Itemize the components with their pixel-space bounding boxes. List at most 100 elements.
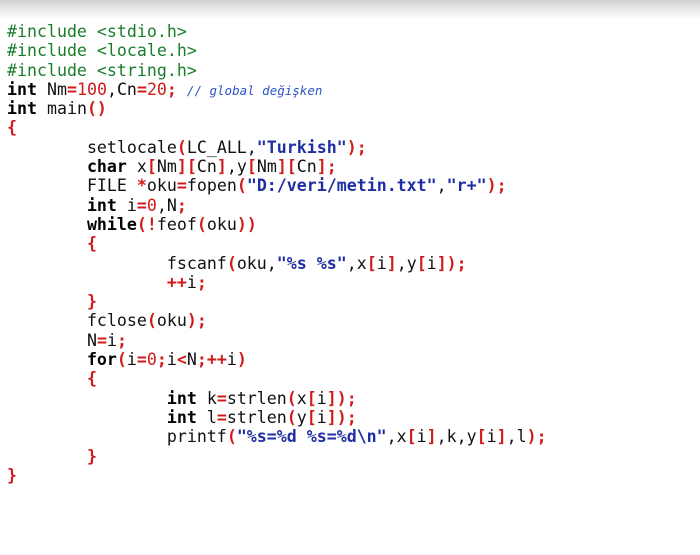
punctuation-token: } bbox=[86, 446, 97, 466]
code-line: int k=strlen(x[i]); bbox=[7, 389, 697, 408]
keyword-token: int bbox=[86, 195, 117, 215]
punctuation-token: ( bbox=[146, 311, 157, 331]
punctuation-token: ( bbox=[286, 407, 297, 427]
identifier-token: oku bbox=[156, 311, 187, 331]
string-token: "r+" bbox=[446, 176, 487, 196]
punctuation-token: ); bbox=[186, 311, 207, 331]
identifier-token: i bbox=[126, 350, 137, 370]
punctuation-token: [ bbox=[416, 253, 427, 273]
identifier-token: LC_ALL, bbox=[186, 137, 257, 157]
number-token: 100 bbox=[76, 79, 107, 99]
identifier-token: x bbox=[296, 388, 307, 408]
punctuation-token: ( bbox=[286, 388, 297, 408]
code-editor[interactable]: #include <stdio.h> #include <locale.h> #in… bbox=[7, 22, 697, 485]
identifier-token: x bbox=[126, 157, 147, 177]
preprocessor-token: #include <locale.h> bbox=[7, 41, 197, 61]
string-token: "%s=%d %s=%d\n" bbox=[236, 427, 387, 447]
punctuation-token: ] bbox=[426, 427, 437, 447]
punctuation-token: [ bbox=[406, 427, 417, 447]
identifier-token: oku bbox=[146, 176, 177, 196]
punctuation-token: ( bbox=[196, 214, 207, 234]
punctuation-token: ( bbox=[226, 427, 237, 447]
code-line: { bbox=[7, 118, 697, 137]
punctuation-token: = bbox=[96, 330, 107, 350]
identifier-token: printf bbox=[166, 427, 227, 447]
identifier-token: i bbox=[426, 253, 437, 273]
number-token: 0 bbox=[146, 350, 157, 370]
identifier-token: i bbox=[226, 350, 237, 370]
string-token: "D:/veri/metin.txt" bbox=[246, 176, 437, 196]
identifier-token: FILE bbox=[86, 176, 137, 196]
identifier-token: strlen bbox=[226, 407, 287, 427]
punctuation-token: = bbox=[66, 79, 77, 99]
punctuation-token: } bbox=[86, 292, 97, 312]
code-line: int main() bbox=[7, 99, 697, 118]
punctuation-token: { bbox=[86, 234, 97, 254]
code-line: #include <string.h> bbox=[7, 61, 697, 80]
punctuation-token: ][ bbox=[176, 157, 197, 177]
identifier-token: , bbox=[436, 176, 447, 196]
identifier-token: l bbox=[196, 407, 217, 427]
identifier-token: ,x bbox=[386, 427, 407, 447]
identifier-token: ,k,y bbox=[436, 427, 477, 447]
punctuation-token: } bbox=[7, 465, 17, 485]
identifier-token: ,N bbox=[156, 195, 177, 215]
punctuation-token: ;++ bbox=[196, 350, 227, 370]
punctuation-token: ++ bbox=[166, 272, 187, 292]
punctuation-token: { bbox=[86, 369, 97, 389]
punctuation-token: )) bbox=[236, 214, 257, 234]
code-line: ++i; bbox=[7, 273, 697, 292]
punctuation-token: ( bbox=[176, 137, 187, 157]
code-line: } bbox=[7, 447, 697, 466]
punctuation-token: ; bbox=[166, 79, 177, 99]
punctuation-token: = bbox=[216, 407, 227, 427]
identifier-token: i bbox=[106, 330, 117, 350]
code-line: while(!feof(oku)) bbox=[7, 215, 697, 234]
identifier-token: i bbox=[316, 388, 327, 408]
punctuation-token: ]); bbox=[326, 388, 357, 408]
identifier-token: ,Cn bbox=[106, 79, 137, 99]
code-line: printf("%s=%d %s=%d\n",x[i],k,y[i],l); bbox=[7, 427, 697, 446]
window-top-shadow bbox=[0, 0, 700, 20]
identifier-token: Nm bbox=[256, 157, 277, 177]
code-line: setlocale(LC_ALL,"Turkish"); bbox=[7, 138, 697, 157]
punctuation-token: ) bbox=[236, 350, 247, 370]
identifier-token: i bbox=[116, 195, 137, 215]
keyword-token: int bbox=[7, 79, 37, 99]
identifier-token: Cn bbox=[296, 157, 317, 177]
punctuation-token: { bbox=[7, 118, 17, 138]
identifier-token: fclose bbox=[86, 311, 147, 331]
number-token: 0 bbox=[146, 195, 157, 215]
identifier-token: fscanf bbox=[166, 253, 227, 273]
code-line: #include <locale.h> bbox=[7, 41, 697, 60]
punctuation-token: ; bbox=[196, 272, 207, 292]
punctuation-token: = bbox=[176, 176, 187, 196]
punctuation-token: ); bbox=[346, 137, 367, 157]
identifier-token: k bbox=[196, 388, 217, 408]
punctuation-token: [ bbox=[246, 157, 257, 177]
code-line: FILE *oku=fopen("D:/veri/metin.txt","r+"… bbox=[7, 176, 697, 195]
punctuation-token: = bbox=[136, 79, 147, 99]
punctuation-token: ( bbox=[116, 350, 127, 370]
code-line: } bbox=[7, 466, 697, 485]
preprocessor-token: #include <string.h> bbox=[7, 60, 197, 80]
keyword-token: for bbox=[86, 350, 117, 370]
punctuation-token: () bbox=[86, 99, 107, 119]
string-token: "%s %s" bbox=[276, 253, 347, 273]
identifier-token: i bbox=[316, 407, 327, 427]
punctuation-token: ; bbox=[176, 195, 187, 215]
identifier-token: oku bbox=[206, 214, 237, 234]
code-line: #include <stdio.h> bbox=[7, 22, 697, 41]
identifier-token bbox=[177, 80, 187, 99]
number-token: 20 bbox=[146, 79, 167, 99]
